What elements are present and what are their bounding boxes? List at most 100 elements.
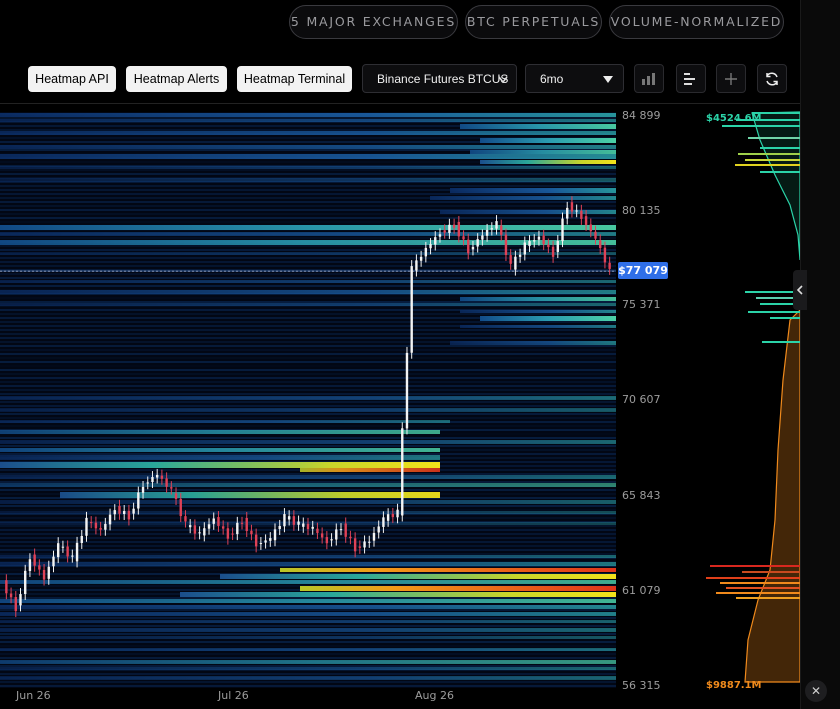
exchanges-pill[interactable]: 5 MAJOR EXCHANGES <box>289 5 458 39</box>
candle-body <box>514 256 517 270</box>
liquidity-band <box>0 445 616 447</box>
current-price-badge: $77 079 <box>618 262 668 279</box>
candle-body <box>5 580 8 594</box>
liquidity-band <box>0 405 616 407</box>
candle-body <box>71 555 74 557</box>
candle-body <box>42 570 46 580</box>
refresh-button[interactable] <box>757 64 787 93</box>
liquidity-band <box>0 237 616 239</box>
candle-body <box>108 514 112 525</box>
price-tick: 75 371 <box>622 298 661 311</box>
liquidity-band <box>0 321 616 323</box>
price-tick: 56 315 <box>622 679 661 692</box>
candle-body <box>207 524 211 529</box>
liquidity-band <box>0 505 616 507</box>
candle-body <box>311 526 314 529</box>
perpetuals-pill[interactable]: BTC PERPETUALS <box>465 5 602 39</box>
candle-body <box>273 529 277 541</box>
candle-body <box>240 522 244 524</box>
collapse-panel-button[interactable] <box>793 270 807 310</box>
candle-body <box>462 236 465 240</box>
liquidity-band <box>0 205 616 207</box>
candle-body <box>306 523 310 530</box>
liquidity-band <box>0 537 616 539</box>
candle-body <box>179 498 182 517</box>
candle-body <box>537 236 541 240</box>
liquidity-band <box>0 673 616 675</box>
candle-body <box>363 541 366 548</box>
candle-body <box>283 514 286 527</box>
liquidity-band <box>0 599 616 603</box>
liquidity-band <box>0 129 616 131</box>
candle-body <box>349 536 352 539</box>
top-bar: 5 MAJOR EXCHANGES BTC PERPETUALS VOLUME-… <box>0 0 800 55</box>
liquidity-band <box>0 393 616 395</box>
candle-body <box>471 246 475 250</box>
liquidity-band <box>0 648 616 651</box>
liquidity-band <box>0 285 616 287</box>
liquidity-band <box>0 455 440 460</box>
candle-body <box>566 207 569 219</box>
volume-normalized-pill[interactable]: VOLUME-NORMALIZED <box>609 5 784 39</box>
liquidity-band <box>0 609 616 611</box>
liquidity-band <box>0 131 616 135</box>
liquidity-band <box>0 389 616 391</box>
candle-body <box>316 528 319 533</box>
liquidity-band <box>0 541 616 543</box>
liquidity-band <box>0 381 616 383</box>
liquidity-band <box>0 273 616 275</box>
candle-body <box>165 478 168 487</box>
candle-body <box>448 224 451 233</box>
candle-body <box>297 521 300 525</box>
heatmap-alerts-button[interactable]: Heatmap Alerts <box>126 66 227 92</box>
liquidity-band <box>0 500 616 504</box>
candle-body <box>47 566 50 579</box>
candle-body <box>89 522 93 524</box>
bar-chart-button[interactable] <box>634 64 664 93</box>
heatmap-terminal-button[interactable]: Heatmap Terminal <box>237 66 352 92</box>
range-select[interactable]: 6mo <box>525 64 624 93</box>
candle-body <box>518 254 522 257</box>
close-button[interactable]: ✕ <box>805 680 827 702</box>
heatmap-api-button[interactable]: Heatmap API <box>28 66 116 92</box>
liquidity-band <box>0 417 616 419</box>
candle-body <box>335 529 338 540</box>
liquidity-band <box>0 545 616 547</box>
candle-body <box>66 546 69 557</box>
liquidity-band <box>0 437 616 439</box>
liquidity-band <box>0 245 616 247</box>
horizontal-bars-button[interactable] <box>676 64 706 93</box>
candle-body <box>504 234 508 256</box>
candle-body <box>38 565 41 570</box>
liquidity-band <box>0 462 440 468</box>
candle-body <box>391 513 395 518</box>
candle-body <box>19 594 22 606</box>
liquidity-band <box>0 681 616 683</box>
candle-body <box>188 525 192 528</box>
liquidity-band <box>0 549 616 551</box>
liquidity-band <box>0 261 616 263</box>
liquidity-band <box>0 252 616 255</box>
liquidity-band <box>0 377 616 379</box>
liquidity-band <box>0 420 450 423</box>
candle-body <box>226 528 230 539</box>
candle-body <box>495 221 498 229</box>
candle-body <box>217 517 220 526</box>
candle-body <box>75 542 79 562</box>
liquidity-band <box>0 657 616 659</box>
candle-body <box>481 235 484 240</box>
plus-icon <box>725 72 737 85</box>
liquidity-band <box>0 425 616 427</box>
liquidity-band <box>0 597 616 599</box>
exchange-select[interactable]: Binance Futures BTCUS <box>362 64 517 93</box>
candle-body <box>490 228 494 230</box>
add-button[interactable] <box>716 64 746 93</box>
liquidity-band <box>0 580 616 584</box>
liquidity-band <box>0 185 616 187</box>
heatmap-chart[interactable] <box>0 104 800 709</box>
candle-body <box>452 224 456 228</box>
liquidity-band <box>0 178 616 182</box>
candle-body <box>556 241 559 252</box>
candle-body <box>254 534 258 547</box>
candle-body <box>325 537 329 544</box>
